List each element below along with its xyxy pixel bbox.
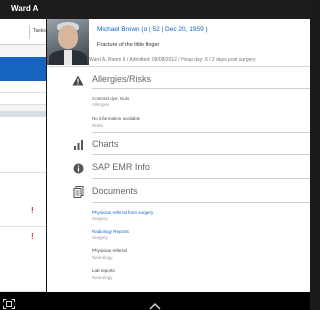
documents-title: Documents — [92, 186, 138, 196]
allergy-item-title: Contrast dye, Nuts — [92, 96, 130, 101]
sap-emr-section[interactable]: SAP EMR Info — [47, 160, 310, 182]
patient-name[interactable]: Michael Brown (o | 52 | Dec 20, 1959 ) — [97, 26, 208, 33]
patient-diagnosis: Fracture of the little finger — [97, 42, 160, 48]
document-department: Surgery — [92, 235, 108, 240]
selected-patient-row[interactable] — [0, 57, 46, 81]
allergy-item-type: Allergies — [92, 102, 110, 107]
info-icon — [72, 162, 84, 174]
list-item[interactable] — [0, 117, 46, 173]
charts-section[interactable]: Charts — [47, 137, 310, 159]
list-item[interactable] — [0, 227, 46, 292]
alert-indicator: ! — [31, 206, 34, 215]
list-item[interactable] — [0, 93, 46, 105]
section-divider — [92, 132, 310, 133]
documents-section: Documents Physician referral from surger… — [47, 184, 310, 292]
warning-icon — [72, 74, 84, 86]
allergies-title: Allergies/Risks — [92, 74, 152, 84]
document-item[interactable]: Physician referral — [92, 248, 127, 253]
charts-title: Charts — [92, 139, 119, 149]
risk-item-type: Risks — [92, 123, 103, 128]
screen-capture-icon[interactable] — [3, 296, 15, 309]
chevron-up-icon[interactable] — [149, 297, 161, 310]
section-divider — [92, 178, 310, 179]
sap-emr-title: SAP EMR Info — [92, 162, 150, 172]
list-item[interactable] — [0, 173, 46, 227]
alert-indicator: ! — [31, 232, 34, 241]
patient-photo — [47, 19, 89, 65]
list-tab-bar: n Tasks — [0, 19, 46, 45]
risk-item-title: No information available — [92, 116, 141, 121]
tab-divider — [29, 25, 30, 39]
document-link[interactable]: Physician referral from surgery — [92, 210, 153, 215]
document-department: Neurology — [92, 275, 113, 280]
list-item[interactable] — [0, 81, 46, 93]
tab-tasks[interactable]: Tasks — [33, 28, 46, 34]
action-bar: Ward A — [0, 0, 310, 19]
documents-icon — [72, 186, 84, 198]
section-divider — [92, 154, 310, 155]
document-department: Neurology — [92, 255, 113, 260]
patient-list-panel: n Tasks ! ! — [0, 19, 46, 292]
system-nav-bar — [0, 292, 310, 310]
bar-chart-icon — [72, 139, 84, 151]
document-department: Surgery — [92, 216, 108, 221]
app-title: Ward A — [11, 4, 39, 13]
patient-detail-panel: Michael Brown (o | 52 | Dec 20, 1959 ) F… — [47, 19, 310, 292]
patient-ward-info: Ward A, Room 6 / Admitted: 09/08/2012 / … — [89, 57, 256, 63]
patient-header: Michael Brown (o | 52 | Dec 20, 1959 ) F… — [47, 19, 310, 67]
document-link[interactable]: Radiology Reports — [92, 229, 129, 234]
document-item[interactable]: Lab reports — [92, 268, 115, 273]
section-divider — [92, 202, 310, 203]
section-divider — [92, 88, 310, 89]
